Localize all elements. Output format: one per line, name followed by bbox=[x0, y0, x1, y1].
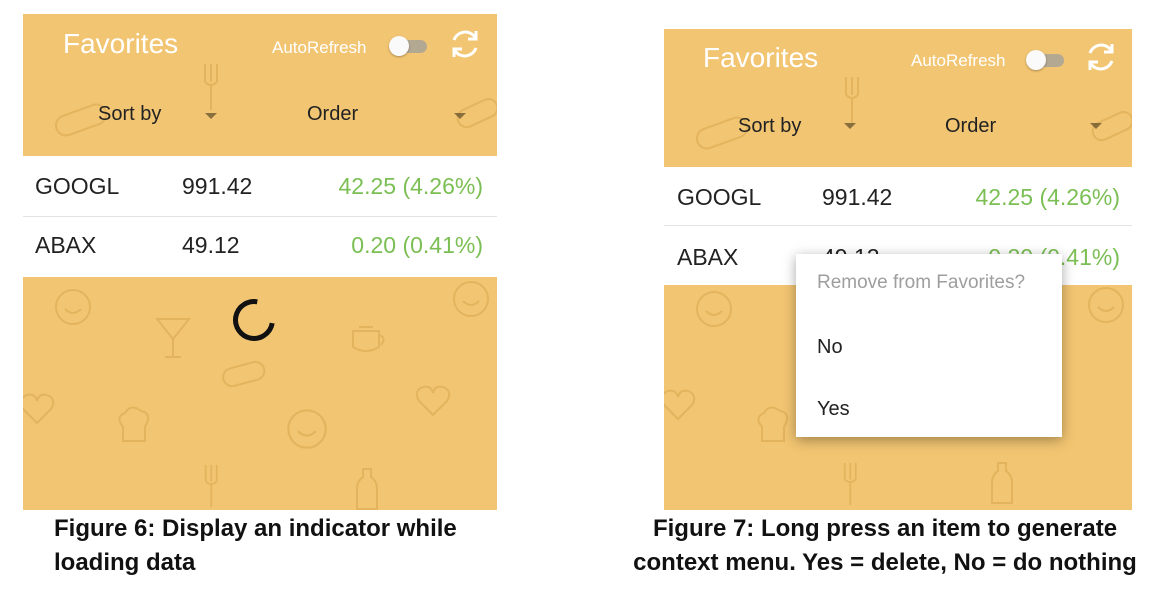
fork-knife-doodle-icon bbox=[204, 64, 218, 110]
bottle-doodle-icon bbox=[356, 468, 378, 510]
context-menu: Remove from Favorites? No Yes bbox=[796, 254, 1062, 437]
caption-line-1: Figure 7: Long press an item to generate bbox=[652, 515, 1118, 542]
order-dropdown[interactable]: Order bbox=[307, 103, 358, 126]
sort-by-dropdown[interactable]: Sort by bbox=[98, 103, 161, 126]
auto-refresh-toggle[interactable] bbox=[389, 36, 429, 56]
stock-change: 0.20 (0.41%) bbox=[351, 232, 483, 258]
auto-refresh-label: AutoRefresh bbox=[911, 51, 1006, 70]
list-background bbox=[23, 277, 497, 510]
app-bar: Favorites AutoRefresh Sort by Order bbox=[664, 29, 1132, 167]
context-menu-title: Remove from Favorites? bbox=[817, 272, 1026, 293]
refresh-icon[interactable] bbox=[1084, 40, 1118, 74]
hotdog-doodle-icon bbox=[222, 360, 266, 388]
stock-symbol: GOOGL bbox=[677, 184, 762, 210]
sort-by-dropdown[interactable]: Sort by bbox=[738, 115, 801, 138]
bottle-doodle-icon bbox=[991, 462, 1013, 504]
heart-doodle-icon bbox=[664, 389, 696, 421]
fork-knife-doodle-icon bbox=[204, 464, 218, 508]
stock-price: 49.12 bbox=[182, 232, 240, 258]
refresh-icon[interactable] bbox=[448, 27, 482, 61]
app-title: Favorites bbox=[63, 28, 179, 59]
teapot-doodle-icon bbox=[352, 326, 385, 352]
stock-change: 42.25 (4.26%) bbox=[975, 184, 1120, 210]
smiley-doodle-icon bbox=[453, 281, 489, 317]
order-dropdown[interactable]: Order bbox=[945, 115, 996, 138]
stock-symbol: ABAX bbox=[677, 244, 739, 270]
heart-doodle-icon bbox=[23, 393, 55, 425]
smiley-doodle-icon bbox=[287, 409, 327, 449]
auto-refresh-label: AutoRefresh bbox=[272, 38, 367, 57]
heart-doodle-icon bbox=[415, 385, 451, 417]
caption-line-2: context menu. Yes = delete, No = do noth… bbox=[633, 549, 1137, 576]
app-bar: Favorites AutoRefresh Sort by Order bbox=[23, 14, 497, 156]
app-title: Favorites bbox=[703, 42, 819, 73]
screen-figure-7: Favorites AutoRefresh Sort by Order GOOG… bbox=[664, 29, 1132, 510]
smiley-doodle-icon bbox=[696, 291, 732, 327]
screen-figure-6: Favorites AutoRefresh Sort by Order GOOG… bbox=[23, 14, 497, 510]
stock-row[interactable]: ABAX 49.12 0.20 (0.41%) bbox=[23, 217, 497, 277]
smiley-doodle-icon bbox=[55, 289, 91, 325]
sort-by-chevron-down-icon[interactable] bbox=[205, 113, 217, 119]
caption-line-1: Figure 6: Display an indicator while bbox=[54, 515, 457, 542]
figure-6-caption: Figure 6: Display an indicator while loa… bbox=[54, 512, 457, 580]
figure-7-caption: Figure 7: Long press an item to generate… bbox=[620, 512, 1150, 580]
context-menu-item-yes[interactable]: Yes bbox=[817, 398, 850, 421]
stock-symbol: ABAX bbox=[35, 232, 97, 258]
stock-change: 42.25 (4.26%) bbox=[338, 173, 483, 199]
fork-knife-doodle-icon bbox=[843, 462, 857, 506]
stock-symbol: GOOGL bbox=[35, 173, 120, 199]
stock-row[interactable]: GOOGL 991.42 42.25 (4.26%) bbox=[23, 156, 497, 216]
auto-refresh-toggle[interactable] bbox=[1026, 50, 1066, 70]
stock-row[interactable]: GOOGL 991.42 42.25 (4.26%) bbox=[664, 167, 1132, 227]
stock-price: 991.42 bbox=[182, 173, 253, 199]
caption-line-2: loading data bbox=[54, 549, 196, 576]
stock-price: 991.42 bbox=[822, 184, 893, 210]
order-chevron-down-icon[interactable] bbox=[1090, 123, 1102, 129]
chef-hat-doodle-icon bbox=[118, 406, 150, 442]
smiley-doodle-icon bbox=[1088, 287, 1124, 323]
loading-spinner bbox=[224, 290, 284, 350]
cocktail-doodle-icon bbox=[154, 318, 192, 358]
toggle-knob bbox=[389, 36, 409, 56]
context-menu-item-no[interactable]: No bbox=[817, 336, 843, 359]
toggle-knob bbox=[1026, 50, 1046, 70]
order-chevron-down-icon[interactable] bbox=[454, 113, 466, 119]
chef-hat-doodle-icon bbox=[757, 406, 789, 442]
fork-knife-doodle-icon bbox=[845, 77, 859, 123]
sort-by-chevron-down-icon[interactable] bbox=[844, 123, 856, 129]
